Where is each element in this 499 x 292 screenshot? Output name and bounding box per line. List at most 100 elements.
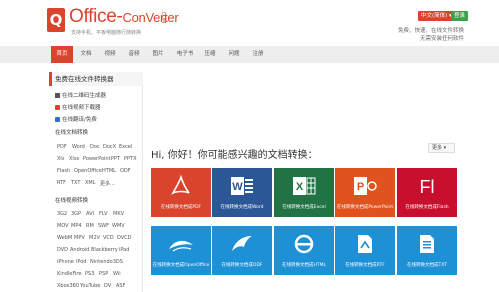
format-link-rtf[interactable]: RTF <box>57 180 66 186</box>
format-link-dvd[interactable]: DVD <box>57 247 68 253</box>
nav-video[interactable]: 视频 <box>101 46 119 63</box>
format-link-dvcd[interactable]: DVCD <box>117 235 132 241</box>
logo-text-office: Office- <box>69 6 123 27</box>
translate-icon <box>55 117 60 122</box>
nav-register[interactable]: 注册 <box>249 46 267 63</box>
format-link-youtube[interactable]: YouTube <box>80 283 100 289</box>
format-link-3gp[interactable]: 3GP <box>71 211 81 217</box>
sidebar-link-translate[interactable]: 在线翻译/免费 <box>55 115 97 123</box>
format-link-blackberry[interactable]: Blackberry <box>91 247 118 253</box>
logo-text-converter: ConVerter <box>122 10 179 25</box>
format-link-xls[interactable]: Xls <box>57 156 64 162</box>
format-link-wmv[interactable]: WMV <box>112 223 125 229</box>
login-button[interactable]: 登录 <box>451 11 469 21</box>
format-link-flv[interactable]: FLV <box>99 211 108 217</box>
format-link-mkv[interactable]: MKV <box>113 211 124 217</box>
format-link-ps3[interactable]: PS3 <box>85 271 94 277</box>
language-dropdown[interactable]: 中文(简体) ▾ <box>418 11 455 21</box>
tile-label: 在线转换文档成HTML <box>281 263 327 268</box>
video-convert-title: 在线视频转换 <box>55 198 89 204</box>
tile-label: 在线转换文档成PowerPoint <box>336 205 394 210</box>
nav-documents[interactable]: 文档 <box>77 46 95 63</box>
tile-txt[interactable]: 在线转换文档成TXT <box>397 226 457 275</box>
format-link-mp4[interactable]: MP4 <box>71 223 82 229</box>
format-link-xml[interactable]: XML <box>85 180 96 186</box>
tile-powerpoint[interactable]: P 在线转换文档成PowerPoint <box>335 168 395 217</box>
tile-html[interactable]: 在线转换文档成HTML <box>274 226 334 275</box>
format-link-android[interactable]: Android <box>70 247 89 253</box>
format-link-pdf[interactable]: PDF <box>57 144 67 150</box>
tile-pdf[interactable]: 在线转换文档成PDF <box>151 168 211 217</box>
nav-home[interactable]: 首页 <box>51 46 73 63</box>
pdf-icon <box>151 174 211 201</box>
excel-icon: X <box>274 175 334 201</box>
video-download-icon <box>55 105 60 110</box>
format-link-docx[interactable]: DocX <box>103 144 116 150</box>
rtf-icon <box>335 233 395 259</box>
format-link-ipod[interactable]: iPod <box>76 259 86 265</box>
tile-label: 在线转换文档成Excel <box>282 205 326 210</box>
format-link-txt[interactable]: TXT <box>71 180 80 186</box>
format-link-avi[interactable]: AVI <box>86 211 94 217</box>
page: Q Office-ConVerter .COM 支持手机、平板电脑随行随转换 中… <box>0 0 499 292</box>
doc-convert-title: 在线文档转换 <box>55 130 89 136</box>
tile-label: 在线转换文档成Flash <box>405 205 449 210</box>
format-link-mpv[interactable]: MPV <box>74 235 85 241</box>
format-link-excel[interactable]: Excel <box>119 144 132 150</box>
format-link-vcd[interactable]: VCD <box>103 235 114 241</box>
nav-archive[interactable]: 压缩 <box>201 46 219 63</box>
format-link-wii[interactable]: Wii <box>113 271 121 277</box>
format-link-m2v[interactable]: M2V <box>89 235 100 241</box>
format-link-ppt[interactable]: PPT <box>111 156 120 162</box>
tile-flash[interactable]: Fl 在线转换文档成Flash <box>397 168 457 217</box>
format-link-doc[interactable]: Doc <box>90 144 100 150</box>
logo-icon[interactable]: Q <box>47 8 65 32</box>
format-link-nintendo3ds[interactable]: Nintendo3DS <box>90 259 123 265</box>
svg-text:X: X <box>296 181 304 193</box>
format-link-dv[interactable]: DV <box>104 283 111 289</box>
format-link-flash[interactable]: Flash <box>57 168 70 174</box>
format-link-asf[interactable]: ASF <box>116 283 125 289</box>
txt-icon <box>397 233 457 259</box>
odf-icon <box>212 233 272 259</box>
nav-images[interactable]: 图片 <box>149 46 167 63</box>
openoffice-icon <box>151 233 211 259</box>
format-link-swf[interactable]: SWF <box>98 223 109 229</box>
sidebar-link-qrcode[interactable]: 在线二维码生成器 <box>55 91 106 99</box>
format-link-html[interactable]: HTML <box>102 168 116 174</box>
tile-odf[interactable]: 在线转换文档成ODF <box>212 226 272 275</box>
more-dropdown[interactable]: 更多 ▾ <box>428 143 455 153</box>
format-link-webm[interactable]: WebM <box>57 235 72 241</box>
format-link-kindlefire[interactable]: KindleFire <box>57 271 81 277</box>
tile-openoffice[interactable]: 在线转换文档成OpenOffice <box>151 226 211 275</box>
nav-faq[interactable]: 问题 <box>225 46 243 63</box>
format-link-3g2[interactable]: 3G2 <box>57 211 67 217</box>
svg-text:W: W <box>232 181 243 193</box>
flash-icon: Fl <box>397 175 457 201</box>
sidebar-link-video-downloader[interactable]: 在线视频下载器 <box>55 103 101 111</box>
format-link-ipad[interactable]: iPad <box>119 247 129 253</box>
powerpoint-icon: P <box>335 175 395 201</box>
word-icon: W <box>212 175 272 201</box>
format-link-psp[interactable]: PSP <box>99 271 108 277</box>
format-link-word[interactable]: Word <box>72 144 85 150</box>
sidebar-link-label: 在线二维码生成器 <box>62 93 107 99</box>
greeting-heading: Hi, 你好！你可能感兴趣的文档转换： <box>151 150 318 161</box>
logo-subtitle: 支持手机、平板电脑随行随转换 <box>71 30 142 36</box>
main-nav: 首页 文档 视频 音频 图片 电子书 压缩 问题 注册 <box>0 46 499 63</box>
format-link-mov[interactable]: MOV <box>57 223 69 229</box>
format-link-rm[interactable]: RM <box>86 223 94 229</box>
format-link-odf[interactable]: ODF <box>120 168 131 174</box>
nav-audio[interactable]: 音频 <box>125 46 143 63</box>
tile-excel[interactable]: X 在线转换文档成Excel <box>274 168 334 217</box>
format-link-xlsx[interactable]: Xlsx <box>69 156 79 162</box>
format-link-pptx[interactable]: PPTX <box>124 156 137 162</box>
format-link-xbox360[interactable]: Xbox360 <box>57 283 79 289</box>
format-link-openoffice[interactable]: OpenOffice <box>74 168 102 174</box>
nav-ebooks[interactable]: 电子书 <box>173 46 197 63</box>
format-link-iphone[interactable]: iPhone <box>57 259 74 265</box>
tile-rtf[interactable]: 在线转换文档成RTF <box>335 226 395 275</box>
format-link-more[interactable]: 更多... <box>100 180 115 187</box>
tile-word[interactable]: W 在线转换文档成Word <box>212 168 272 217</box>
format-link-powerpoint[interactable]: PowerPoint <box>83 156 111 162</box>
